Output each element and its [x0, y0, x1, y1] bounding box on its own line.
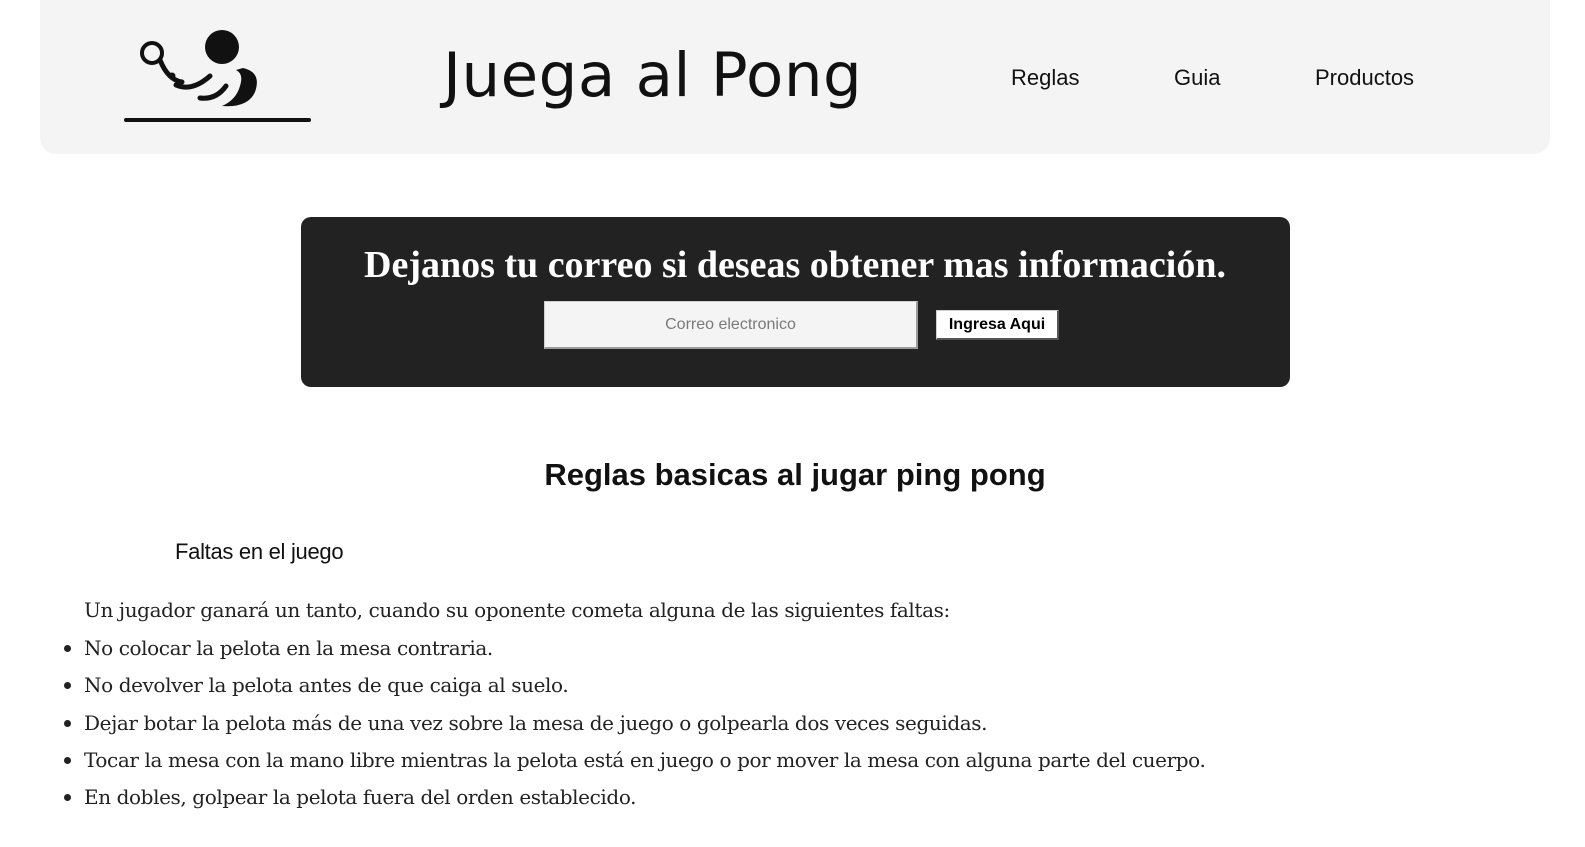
- nav-link-reglas[interactable]: Reglas: [1011, 62, 1079, 94]
- list-item-text: No colocar la pelota en la mesa contrari…: [84, 636, 493, 660]
- list-item-text: En dobles, golpear la pelota fuera del o…: [84, 785, 637, 810]
- list-item: Tocar la mesa con la mano libre mientras…: [64, 745, 1206, 782]
- nav-link-productos[interactable]: Productos: [1315, 62, 1414, 94]
- list-item: No colocar la pelota en la mesa contrari…: [64, 633, 1205, 670]
- bullet-dot-icon: [64, 719, 71, 727]
- site-title: Juega al Pong: [443, 40, 863, 111]
- fouls-list: No colocar la pelota en la mesa contrari…: [64, 633, 1206, 819]
- nav-link-guia[interactable]: Guia: [1174, 62, 1220, 94]
- rules-intro-text: Un jugador ganará un tanto, cuando su op…: [84, 598, 950, 622]
- bullet-dot-icon: [64, 756, 71, 764]
- list-item: No devolver la pelota antes de que caiga…: [64, 670, 1205, 707]
- list-item-text: Tocar la mesa con la mano libre mientras…: [84, 747, 1206, 772]
- email-input[interactable]: [544, 301, 918, 349]
- bullet-dot-icon: [64, 682, 71, 690]
- list-item-text: No devolver la pelota antes de que caiga…: [84, 673, 569, 698]
- submit-email-button[interactable]: Ingresa Aqui: [936, 310, 1059, 340]
- newsletter-title: Dejanos tu correo si deseas obtener mas …: [364, 244, 1226, 286]
- bullet-dot-icon: [64, 645, 71, 652]
- fouls-subsection-title: Faltas en el juego: [175, 539, 344, 564]
- rules-section-title: Reglas basicas al jugar ping pong: [544, 457, 1046, 492]
- list-item-text: Dejar botar la pelota más de una vez sob…: [84, 710, 988, 735]
- list-item: Dejar botar la pelota más de una vez sob…: [64, 708, 1205, 745]
- list-item: En dobles, golpear la pelota fuera del o…: [64, 782, 1205, 819]
- bullet-dot-icon: [64, 794, 71, 802]
- ping-pong-player-logo-icon[interactable]: [124, 28, 314, 128]
